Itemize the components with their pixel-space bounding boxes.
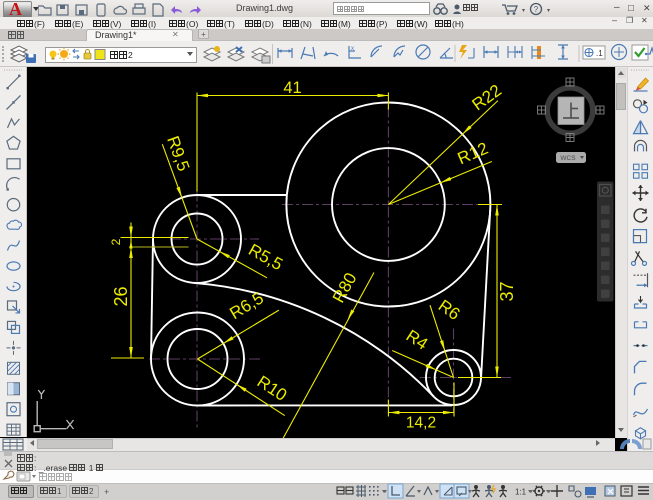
svg-text:WCS: WCS bbox=[560, 155, 576, 162]
svg-text:2: 2 bbox=[109, 238, 123, 245]
svg-text:41: 41 bbox=[283, 79, 301, 97]
svg-text:.1: .1 bbox=[596, 49, 603, 58]
svg-text:x: x bbox=[351, 46, 354, 52]
svg-text:14,2: 14,2 bbox=[406, 414, 436, 431]
svg-text:?: ? bbox=[534, 5, 539, 14]
svg-text:1:1: 1:1 bbox=[515, 487, 527, 496]
svg-text:26: 26 bbox=[111, 286, 131, 306]
svg-text:37: 37 bbox=[497, 281, 517, 301]
